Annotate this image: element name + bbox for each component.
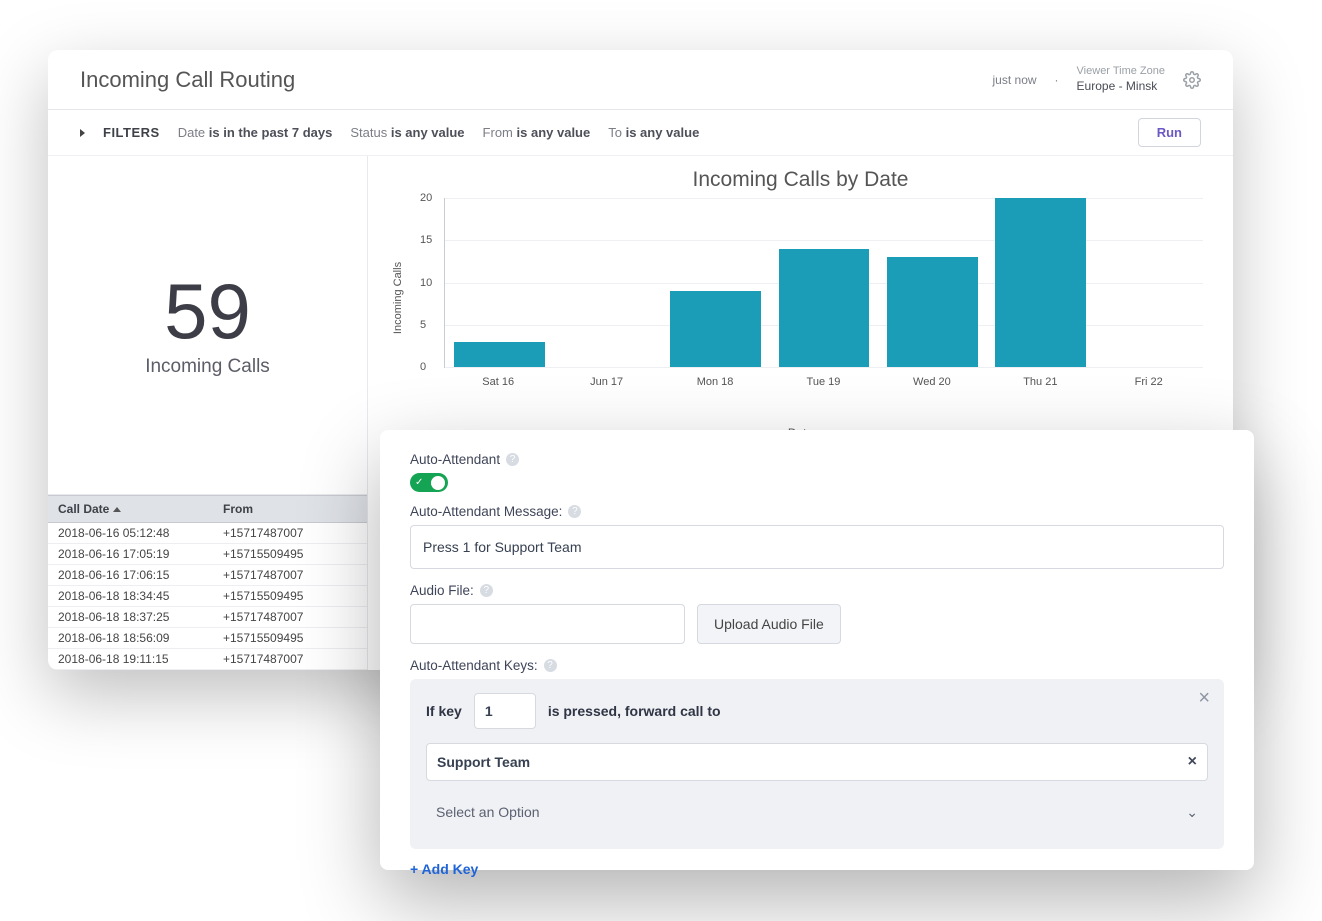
chart-bar[interactable] (887, 257, 978, 367)
select-placeholder: Select an Option (436, 804, 540, 820)
y-tick: 20 (420, 192, 432, 204)
y-tick: 15 (420, 234, 432, 246)
caret-right-icon[interactable] (80, 129, 85, 137)
check-icon: ✓ (415, 477, 423, 488)
filters-label[interactable]: FILTERS (103, 125, 160, 140)
kpi-label: Incoming Calls (145, 356, 270, 378)
y-tick: 5 (420, 319, 426, 331)
chart-title: Incoming Calls by Date (398, 168, 1203, 192)
attendant-message-input[interactable] (410, 525, 1224, 569)
filter-bar: FILTERS Date is in the past 7 days Statu… (48, 110, 1233, 156)
x-tick: Mon 18 (661, 376, 769, 388)
cell-date: 2018-06-18 19:11:15 (58, 652, 223, 666)
y-tick: 0 (420, 361, 426, 373)
run-button[interactable]: Run (1138, 118, 1201, 147)
timezone-label: Viewer Time Zone (1077, 65, 1165, 79)
chart-bar[interactable] (454, 342, 545, 367)
filter-date[interactable]: Date is in the past 7 days (178, 125, 333, 140)
help-icon[interactable]: ? (480, 584, 493, 597)
toggle-knob (431, 476, 445, 490)
attendant-key-block: × If key is pressed, forward call to Sup… (410, 679, 1224, 849)
auto-attendant-toggle[interactable]: ✓ (410, 473, 448, 492)
x-tick: Thu 21 (986, 376, 1094, 388)
cell-from: +15717487007 (223, 526, 357, 540)
if-pressed-text: is pressed, forward call to (548, 703, 721, 719)
header-right: just now · Viewer Time Zone Europe - Min… (993, 65, 1201, 94)
table-row[interactable]: 2018-06-18 19:11:15+15717487007 (48, 649, 367, 670)
cell-date: 2018-06-18 18:37:25 (58, 610, 223, 624)
page-title: Incoming Call Routing (80, 67, 295, 93)
table-row[interactable]: 2018-06-16 17:06:15+15717487007 (48, 565, 367, 586)
table-row[interactable]: 2018-06-18 18:37:25+15717487007 (48, 607, 367, 628)
auto-attendant-label: Auto-Attendant ? (410, 452, 1224, 467)
cell-date: 2018-06-18 18:34:45 (58, 589, 223, 603)
dot-separator: · (1055, 73, 1059, 87)
help-icon[interactable]: ? (506, 453, 519, 466)
close-icon[interactable]: × (1198, 687, 1210, 710)
if-key-text: If key (426, 703, 462, 719)
chart-bar[interactable] (995, 198, 1086, 367)
timezone-value: Europe - Minsk (1077, 79, 1158, 94)
col-from[interactable]: From (223, 502, 357, 516)
cell-from: +15715509495 (223, 547, 357, 561)
upload-audio-button[interactable]: Upload Audio File (697, 604, 841, 644)
chart-bar[interactable] (670, 291, 761, 367)
option-select[interactable]: Select an Option ⌄ (426, 793, 1208, 831)
chart-bar[interactable] (779, 249, 870, 367)
cell-from: +15715509495 (223, 631, 357, 645)
filter-from[interactable]: From is any value (483, 125, 591, 140)
cell-from: +15715509495 (223, 589, 357, 603)
call-table: Call Date From 2018-06-16 05:12:48+15717… (48, 495, 367, 670)
audio-file-input[interactable] (410, 604, 685, 644)
table-header[interactable]: Call Date From (48, 495, 367, 523)
help-icon[interactable]: ? (568, 505, 581, 518)
updated-label: just now (993, 73, 1037, 87)
cell-date: 2018-06-16 05:12:48 (58, 526, 223, 540)
table-row[interactable]: 2018-06-18 18:56:09+15715509495 (48, 628, 367, 649)
help-icon[interactable]: ? (544, 659, 557, 672)
cell-date: 2018-06-16 17:05:19 (58, 547, 223, 561)
cell-date: 2018-06-16 17:06:15 (58, 568, 223, 582)
chevron-down-icon: ⌄ (1186, 804, 1198, 821)
forward-target-chip[interactable]: Support Team × (426, 743, 1208, 781)
table-row[interactable]: 2018-06-16 05:12:48+15717487007 (48, 523, 367, 544)
filter-list: FILTERS Date is in the past 7 days Statu… (80, 125, 699, 140)
x-tick: Fri 22 (1095, 376, 1203, 388)
remove-chip-icon[interactable]: × (1188, 753, 1197, 771)
chart-ylabel: Incoming Calls (392, 262, 404, 334)
gear-icon[interactable] (1183, 71, 1201, 89)
cell-from: +15717487007 (223, 610, 357, 624)
x-tick: Tue 19 (769, 376, 877, 388)
keys-label: Auto-Attendant Keys: ? (410, 658, 1224, 673)
col-call-date: Call Date (58, 502, 223, 516)
message-label: Auto-Attendant Message: ? (410, 504, 1224, 519)
report-header: Incoming Call Routing just now · Viewer … (48, 50, 1233, 110)
y-tick: 10 (420, 277, 432, 289)
filter-to[interactable]: To is any value (608, 125, 699, 140)
filter-status[interactable]: Status is any value (350, 125, 464, 140)
key-number-input[interactable] (474, 693, 536, 729)
x-tick: Wed 20 (878, 376, 986, 388)
chip-label: Support Team (437, 754, 530, 770)
left-column: 59 Incoming Calls Call Date From 2018-06… (48, 156, 368, 670)
settings-panel: Auto-Attendant ? ✓ Auto-Attendant Messag… (380, 430, 1254, 870)
cell-from: +15717487007 (223, 568, 357, 582)
table-row[interactable]: 2018-06-18 18:34:45+15715509495 (48, 586, 367, 607)
audio-file-label: Audio File: ? (410, 583, 1224, 598)
timezone-picker[interactable]: Viewer Time Zone Europe - Minsk (1077, 65, 1165, 94)
cell-date: 2018-06-18 18:56:09 (58, 631, 223, 645)
kpi-card: 59 Incoming Calls (48, 156, 367, 495)
x-tick: Sat 16 (444, 376, 552, 388)
cell-from: +15717487007 (223, 652, 357, 666)
sort-asc-icon (113, 507, 121, 512)
add-key-button[interactable]: + Add Key (410, 861, 478, 877)
kpi-value: 59 (164, 272, 251, 350)
table-row[interactable]: 2018-06-16 17:05:19+15715509495 (48, 544, 367, 565)
x-tick: Jun 17 (552, 376, 660, 388)
